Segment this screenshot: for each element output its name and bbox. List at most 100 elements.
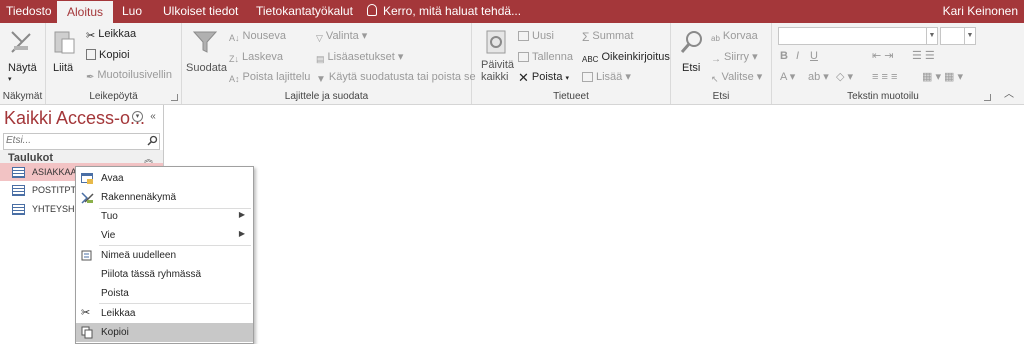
font-color-button[interactable]: A ▾	[780, 70, 795, 84]
nav-search-input[interactable]	[4, 134, 143, 147]
find-button[interactable]: Etsi	[682, 61, 700, 75]
font-size-combo[interactable]: ▼	[940, 27, 976, 45]
nav-dropdown-icon[interactable]: ▾	[132, 111, 143, 122]
replace-icon: ab	[711, 34, 720, 43]
text-format-launcher[interactable]	[984, 94, 991, 101]
ascending-button[interactable]: A↓ Nouseva	[229, 29, 286, 43]
align-buttons[interactable]: ≡ ≡ ≡	[872, 70, 897, 84]
tab-luo[interactable]: Luo	[122, 0, 142, 23]
scissors-icon: ✂	[81, 307, 91, 319]
group-etsi: Etsi ab Korvaa → Siirry ▾ ↖ Valitse ▾ Etsi	[671, 23, 772, 104]
advanced-filter-icon: ▤	[316, 54, 325, 64]
bold-button[interactable]: B	[780, 49, 788, 63]
refresh-all-button[interactable]: Päivitä kaikki	[481, 59, 521, 83]
spelling-check-icon: ABC	[582, 55, 599, 64]
gridline-buttons[interactable]: ▦ ▾ ▦ ▾	[922, 70, 963, 84]
table-icon	[12, 185, 25, 196]
group-label-leikepoyta: Leikepöytä	[89, 91, 138, 102]
context-menu: Avaa Rakennenäkymä Tuo ▶ Vie ▶ Nimeä uudel…	[75, 166, 254, 344]
refresh-icon	[486, 30, 506, 54]
sigma-icon: Σ	[582, 30, 590, 44]
paste-icon	[54, 31, 75, 54]
menu-item-tuo[interactable]: Tuo ▶	[76, 207, 253, 226]
remove-sort-button[interactable]: A↕ Poista lajittelu	[229, 70, 310, 84]
ribbon-tab-bar: Tiedosto Aloitus Luo Ulkoiset tiedot Tie…	[0, 0, 1024, 23]
menu-item-poista[interactable]: Poista	[76, 284, 253, 303]
format-painter-button[interactable]: ✒ Muotoilusivellin	[86, 68, 172, 83]
italic-button[interactable]: I	[796, 49, 799, 63]
menu-item-rakennenakyma[interactable]: Rakennenäkymä	[76, 188, 253, 207]
selection-filter-icon: ▽	[316, 33, 323, 43]
chevron-down-icon: ▼	[926, 28, 937, 44]
tab-ulkoiset-tiedot[interactable]: Ulkoiset tiedot	[163, 0, 238, 23]
cursor-icon: ↖	[711, 74, 719, 84]
new-record-icon	[518, 31, 529, 41]
shutter-bar-close-icon[interactable]: «	[147, 111, 159, 123]
brush-icon: ✒	[86, 72, 95, 83]
clipboard-launcher[interactable]	[171, 94, 178, 101]
sort-ascending-icon: A↓	[229, 33, 240, 43]
copy-icon	[81, 326, 93, 339]
more-grid-icon	[582, 72, 593, 82]
descending-button[interactable]: Z↓ Laskeva	[229, 50, 283, 64]
tab-aloitus[interactable]: Aloitus	[57, 1, 114, 23]
menu-item-piilota[interactable]: Piilota tässä ryhmässä	[76, 265, 253, 284]
view-icon	[11, 31, 31, 53]
indent-buttons[interactable]: ⇤ ⇥	[872, 49, 894, 63]
fill-color-button[interactable]: ◇ ▾	[836, 70, 853, 84]
copy-icon	[86, 49, 96, 60]
totals-button[interactable]: Σ Summat	[582, 29, 633, 43]
arrow-right-icon: →	[711, 54, 721, 65]
group-leikepoyta: Liitä ✂ Leikkaa Kopioi ✒ Muotoilusivellin …	[46, 23, 182, 104]
ribbon: Näytä ▾ Näkymät Liitä ✂ Leikkaa Kopioi ✒ M…	[0, 23, 1024, 105]
spelling-button[interactable]: ABC Oikeinkirjoitus	[582, 50, 670, 64]
save-record-button[interactable]: Tallenna	[518, 50, 573, 64]
highlight-button[interactable]: ab ▾	[808, 70, 829, 84]
group-lajittele: Suodata A↓ Nouseva Z↓ Laskeva A↕ Poista laj…	[182, 23, 476, 104]
nav-pane-title[interactable]: Kaikki Access-o...	[4, 108, 145, 129]
select-button[interactable]: ↖ Valitse ▾	[711, 70, 762, 84]
more-button[interactable]: Lisää ▾	[582, 70, 631, 84]
group-label-nakymat: Näkymät	[2, 91, 43, 102]
tab-tiedosto[interactable]: Tiedosto	[6, 0, 52, 23]
tab-tietokantatyokalut[interactable]: Tietokantatyökalut	[256, 0, 353, 23]
list-buttons[interactable]: ☰ ☰	[912, 49, 935, 63]
chevron-down-icon: ▼	[964, 28, 975, 44]
design-view-icon	[81, 192, 94, 204]
nav-search-box	[3, 133, 160, 150]
view-button[interactable]: Näytä	[8, 61, 37, 75]
toggle-filter-button[interactable]: ▼ Käytä suodatusta tai poista se	[316, 70, 476, 85]
font-family-combo[interactable]: ▼	[778, 27, 938, 45]
group-label-lajittele: Lajittele ja suodata	[284, 91, 369, 102]
delete-x-icon: ✕	[518, 70, 529, 85]
delete-record-button[interactable]: ✕ Poista ▾	[518, 70, 569, 86]
cut-button[interactable]: ✂ Leikkaa	[86, 27, 136, 42]
rename-icon	[81, 250, 92, 261]
search-icon[interactable]	[147, 135, 158, 146]
menu-item-vie[interactable]: Vie ▶	[76, 226, 253, 245]
group-label-etsi: Etsi	[712, 91, 730, 102]
group-tietueet: Päivitä kaikki Uusi Tallenna ✕ Poista ▾ Σ…	[472, 23, 671, 104]
selection-button[interactable]: ▽ Valinta ▾	[316, 29, 367, 43]
copy-button[interactable]: Kopioi	[86, 48, 130, 62]
paste-button[interactable]: Liitä	[53, 61, 73, 75]
new-record-button[interactable]: Uusi	[518, 29, 554, 43]
advanced-button[interactable]: ▤ Lisäasetukset ▾	[316, 50, 403, 64]
table-icon	[12, 167, 25, 178]
collapse-ribbon-icon[interactable]: ︿	[1004, 85, 1014, 100]
menu-item-avaa[interactable]: Avaa	[76, 169, 253, 188]
remove-sort-icon: A↕	[229, 74, 240, 84]
user-name[interactable]: Kari Keinonen	[943, 0, 1018, 23]
menu-item-nimea-uudelleen[interactable]: Nimeä uudelleen	[76, 246, 253, 265]
menu-item-leikkaa[interactable]: ✂ Leikkaa	[76, 304, 253, 323]
replace-button[interactable]: ab Korvaa	[711, 29, 758, 43]
group-tekstin-muotoilu: ▼ ▼ B I U ⇤ ⇥ ☰ ☰ A ▾ ab ▾ ◇ ▾ ≡ ≡ ≡ ▦ ▾…	[772, 23, 994, 104]
menu-item-kopioi[interactable]: Kopioi	[76, 323, 253, 342]
lightbulb-icon	[367, 4, 377, 16]
tell-me-text: Kerro, mitä haluat tehdä...	[383, 4, 522, 18]
group-nakymat: Näytä ▾ Näkymät	[0, 23, 46, 104]
underline-button[interactable]: U	[810, 49, 818, 63]
goto-button[interactable]: → Siirry ▾	[711, 50, 758, 65]
tell-me-box[interactable]: Kerro, mitä haluat tehdä...	[367, 0, 521, 23]
filter-button[interactable]: Suodata	[186, 61, 227, 75]
